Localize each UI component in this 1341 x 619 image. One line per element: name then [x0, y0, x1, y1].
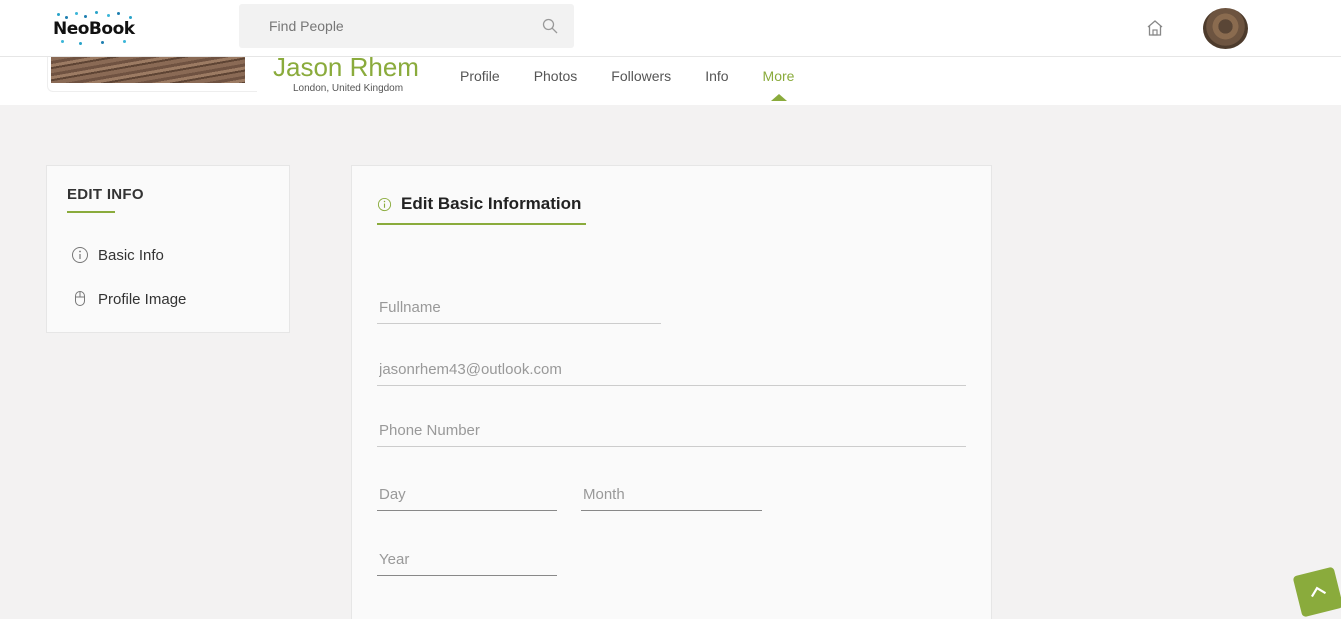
day-field — [377, 479, 557, 511]
top-navbar: NeoBook — [0, 0, 1341, 57]
phone-input[interactable] — [377, 415, 966, 446]
tab-info[interactable]: Info — [705, 68, 728, 84]
profile-header: Jason Rhem London, United Kingdom Profil… — [0, 52, 1341, 105]
scroll-to-top-button[interactable] — [1292, 566, 1341, 618]
mouse-icon — [75, 291, 85, 306]
phone-field — [377, 415, 966, 447]
sidebar-item-label: Profile Image — [98, 290, 187, 308]
year-field — [377, 544, 557, 576]
year-input[interactable] — [377, 544, 557, 575]
info-icon — [72, 247, 88, 263]
sidebar-title-underline — [67, 211, 115, 213]
sidebar-title: EDIT INFO — [67, 186, 144, 203]
logo-text: NeoBook — [53, 19, 135, 39]
fullname-input[interactable] — [377, 292, 661, 323]
user-avatar[interactable] — [1203, 8, 1248, 49]
day-input[interactable] — [377, 479, 557, 510]
tab-followers[interactable]: Followers — [611, 68, 671, 84]
edit-basic-info-card: Edit Basic Information — [351, 165, 992, 619]
home-icon[interactable] — [1146, 19, 1164, 37]
edit-info-sidebar: EDIT INFO Basic Info Profile Image — [46, 165, 290, 333]
month-field — [581, 479, 762, 511]
sidebar-item-label: Basic Info — [98, 246, 164, 264]
profile-tabs: Profile Photos Followers Info More — [460, 68, 828, 84]
sidebar-item-basic-info[interactable]: Basic Info — [71, 246, 164, 264]
search-input[interactable] — [239, 4, 574, 48]
card-title-underline — [377, 223, 586, 225]
month-input[interactable] — [581, 479, 762, 510]
email-input[interactable] — [377, 354, 966, 385]
info-icon — [377, 197, 392, 211]
email-field — [377, 354, 966, 386]
tab-profile[interactable]: Profile — [460, 68, 500, 84]
search-icon[interactable] — [542, 18, 558, 34]
cover-photo — [51, 57, 245, 83]
neobook-logo[interactable]: NeoBook — [51, 10, 143, 46]
profile-location: London, United Kingdom — [293, 83, 404, 94]
fullname-field — [377, 292, 661, 324]
card-title: Edit Basic Information — [401, 194, 582, 213]
card-header: Edit Basic Information — [377, 194, 581, 214]
sidebar-item-profile-image[interactable]: Profile Image — [71, 290, 186, 308]
chevron-up-icon — [1310, 586, 1327, 598]
search-bar — [239, 4, 574, 48]
tab-photos[interactable]: Photos — [534, 68, 578, 84]
tab-more[interactable]: More — [763, 68, 795, 84]
